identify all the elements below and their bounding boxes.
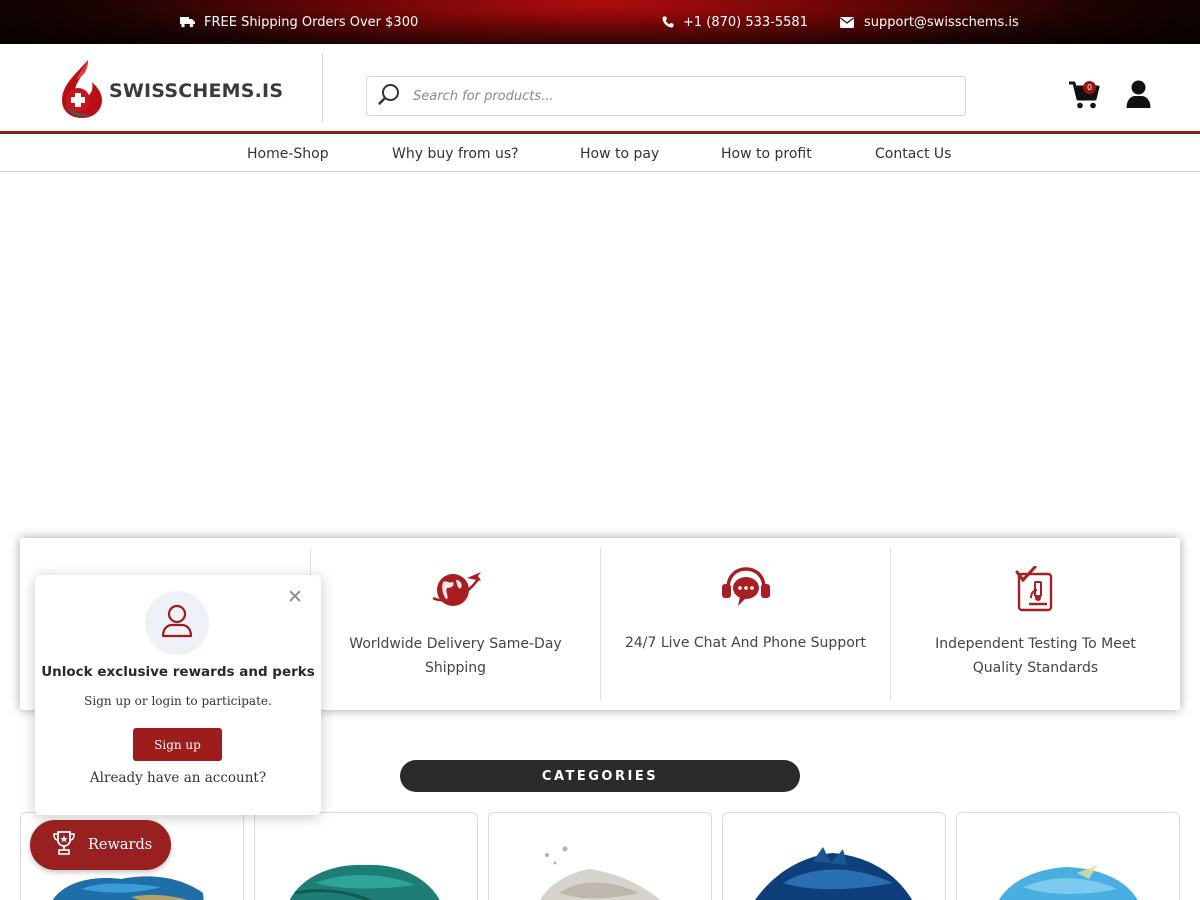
category-image	[755, 847, 913, 900]
nav-item-how-to-pay[interactable]: How to pay	[580, 137, 659, 172]
logo-text: SWISSCHEMS.IS	[109, 80, 284, 102]
site-logo[interactable]: SWISSCHEMS.IS	[58, 58, 283, 124]
rewards-label: Rewards	[88, 837, 153, 853]
feature-live-support: 24/7 Live Chat And Phone Support	[600, 548, 890, 700]
feature-text: 24/7 Live Chat And Phone Support	[624, 635, 867, 651]
envelope-icon	[840, 16, 854, 28]
popup-subtitle: Sign up or login to participate.	[84, 694, 272, 708]
shopping-cart-icon	[1068, 81, 1100, 114]
feature-text: Worldwide Delivery Same-Day Shipping	[349, 636, 562, 676]
logo-drop-icon	[58, 58, 106, 124]
rewards-popup: ✕ Unlock exclusive rewards and perks Sig…	[35, 575, 321, 815]
trophy-icon	[52, 830, 76, 860]
header-divider	[322, 54, 323, 122]
worldwide-delivery-icon	[429, 568, 483, 612]
main-nav: Home-Shop Why buy from us? How to pay Ho…	[0, 137, 1200, 172]
shipping-notice: FREE Shipping Orders Over $300	[180, 0, 418, 44]
rewards-button[interactable]: Rewards	[30, 820, 171, 870]
user-outline-icon	[158, 602, 196, 644]
account-button[interactable]	[1126, 80, 1151, 113]
phone-icon	[662, 16, 674, 28]
avatar	[145, 591, 209, 655]
category-card[interactable]	[488, 812, 712, 900]
email-link[interactable]: support@swisschems.is	[840, 0, 1019, 44]
close-icon[interactable]: ✕	[287, 587, 303, 607]
live-chat-support-icon	[720, 566, 772, 614]
signup-button[interactable]: Sign up	[133, 728, 222, 761]
category-image	[540, 846, 661, 900]
popup-title: Unlock exclusive rewards and perks	[41, 664, 315, 680]
phone-number: +1 (870) 533-5581	[683, 14, 808, 30]
nav-item-contact-us[interactable]: Contact Us	[875, 137, 951, 172]
categories-heading: CATEGORIES	[400, 760, 800, 792]
cart-button[interactable]: 0	[1068, 80, 1104, 112]
category-image	[289, 864, 440, 900]
truck-icon	[180, 16, 195, 28]
email-address: support@swisschems.is	[864, 14, 1019, 30]
feature-independent-testing: Independent Testing To Meet Quality Stan…	[890, 548, 1180, 700]
phone-link[interactable]: +1 (870) 533-5581	[662, 0, 808, 44]
category-card[interactable]	[956, 812, 1180, 900]
top-bar: FREE Shipping Orders Over $300 +1 (870) …	[0, 0, 1200, 44]
user-icon	[1126, 80, 1151, 113]
search-input[interactable]	[413, 88, 933, 104]
lab-testing-icon	[1015, 565, 1057, 616]
product-search[interactable]	[366, 76, 966, 116]
shipping-text: FREE Shipping Orders Over $300	[204, 14, 419, 30]
category-card[interactable]	[254, 812, 478, 900]
nav-item-how-to-profit[interactable]: How to profit	[721, 137, 812, 172]
page: FREE Shipping Orders Over $300 +1 (870) …	[0, 0, 1200, 900]
cart-count-badge: 0	[1083, 81, 1096, 94]
feature-text: Independent Testing To Meet Quality Stan…	[935, 636, 1136, 676]
nav-item-home-shop[interactable]: Home-Shop	[247, 137, 329, 172]
nav-item-why-buy[interactable]: Why buy from us?	[392, 137, 519, 172]
category-image	[998, 865, 1138, 900]
site-header: SWISSCHEMS.IS 0	[0, 44, 1200, 134]
signin-link[interactable]: Already have an account?	[35, 770, 321, 786]
feature-worldwide-delivery: Worldwide Delivery Same-Day Shipping	[310, 548, 600, 700]
category-card[interactable]	[722, 812, 946, 900]
search-icon[interactable]	[377, 82, 401, 110]
